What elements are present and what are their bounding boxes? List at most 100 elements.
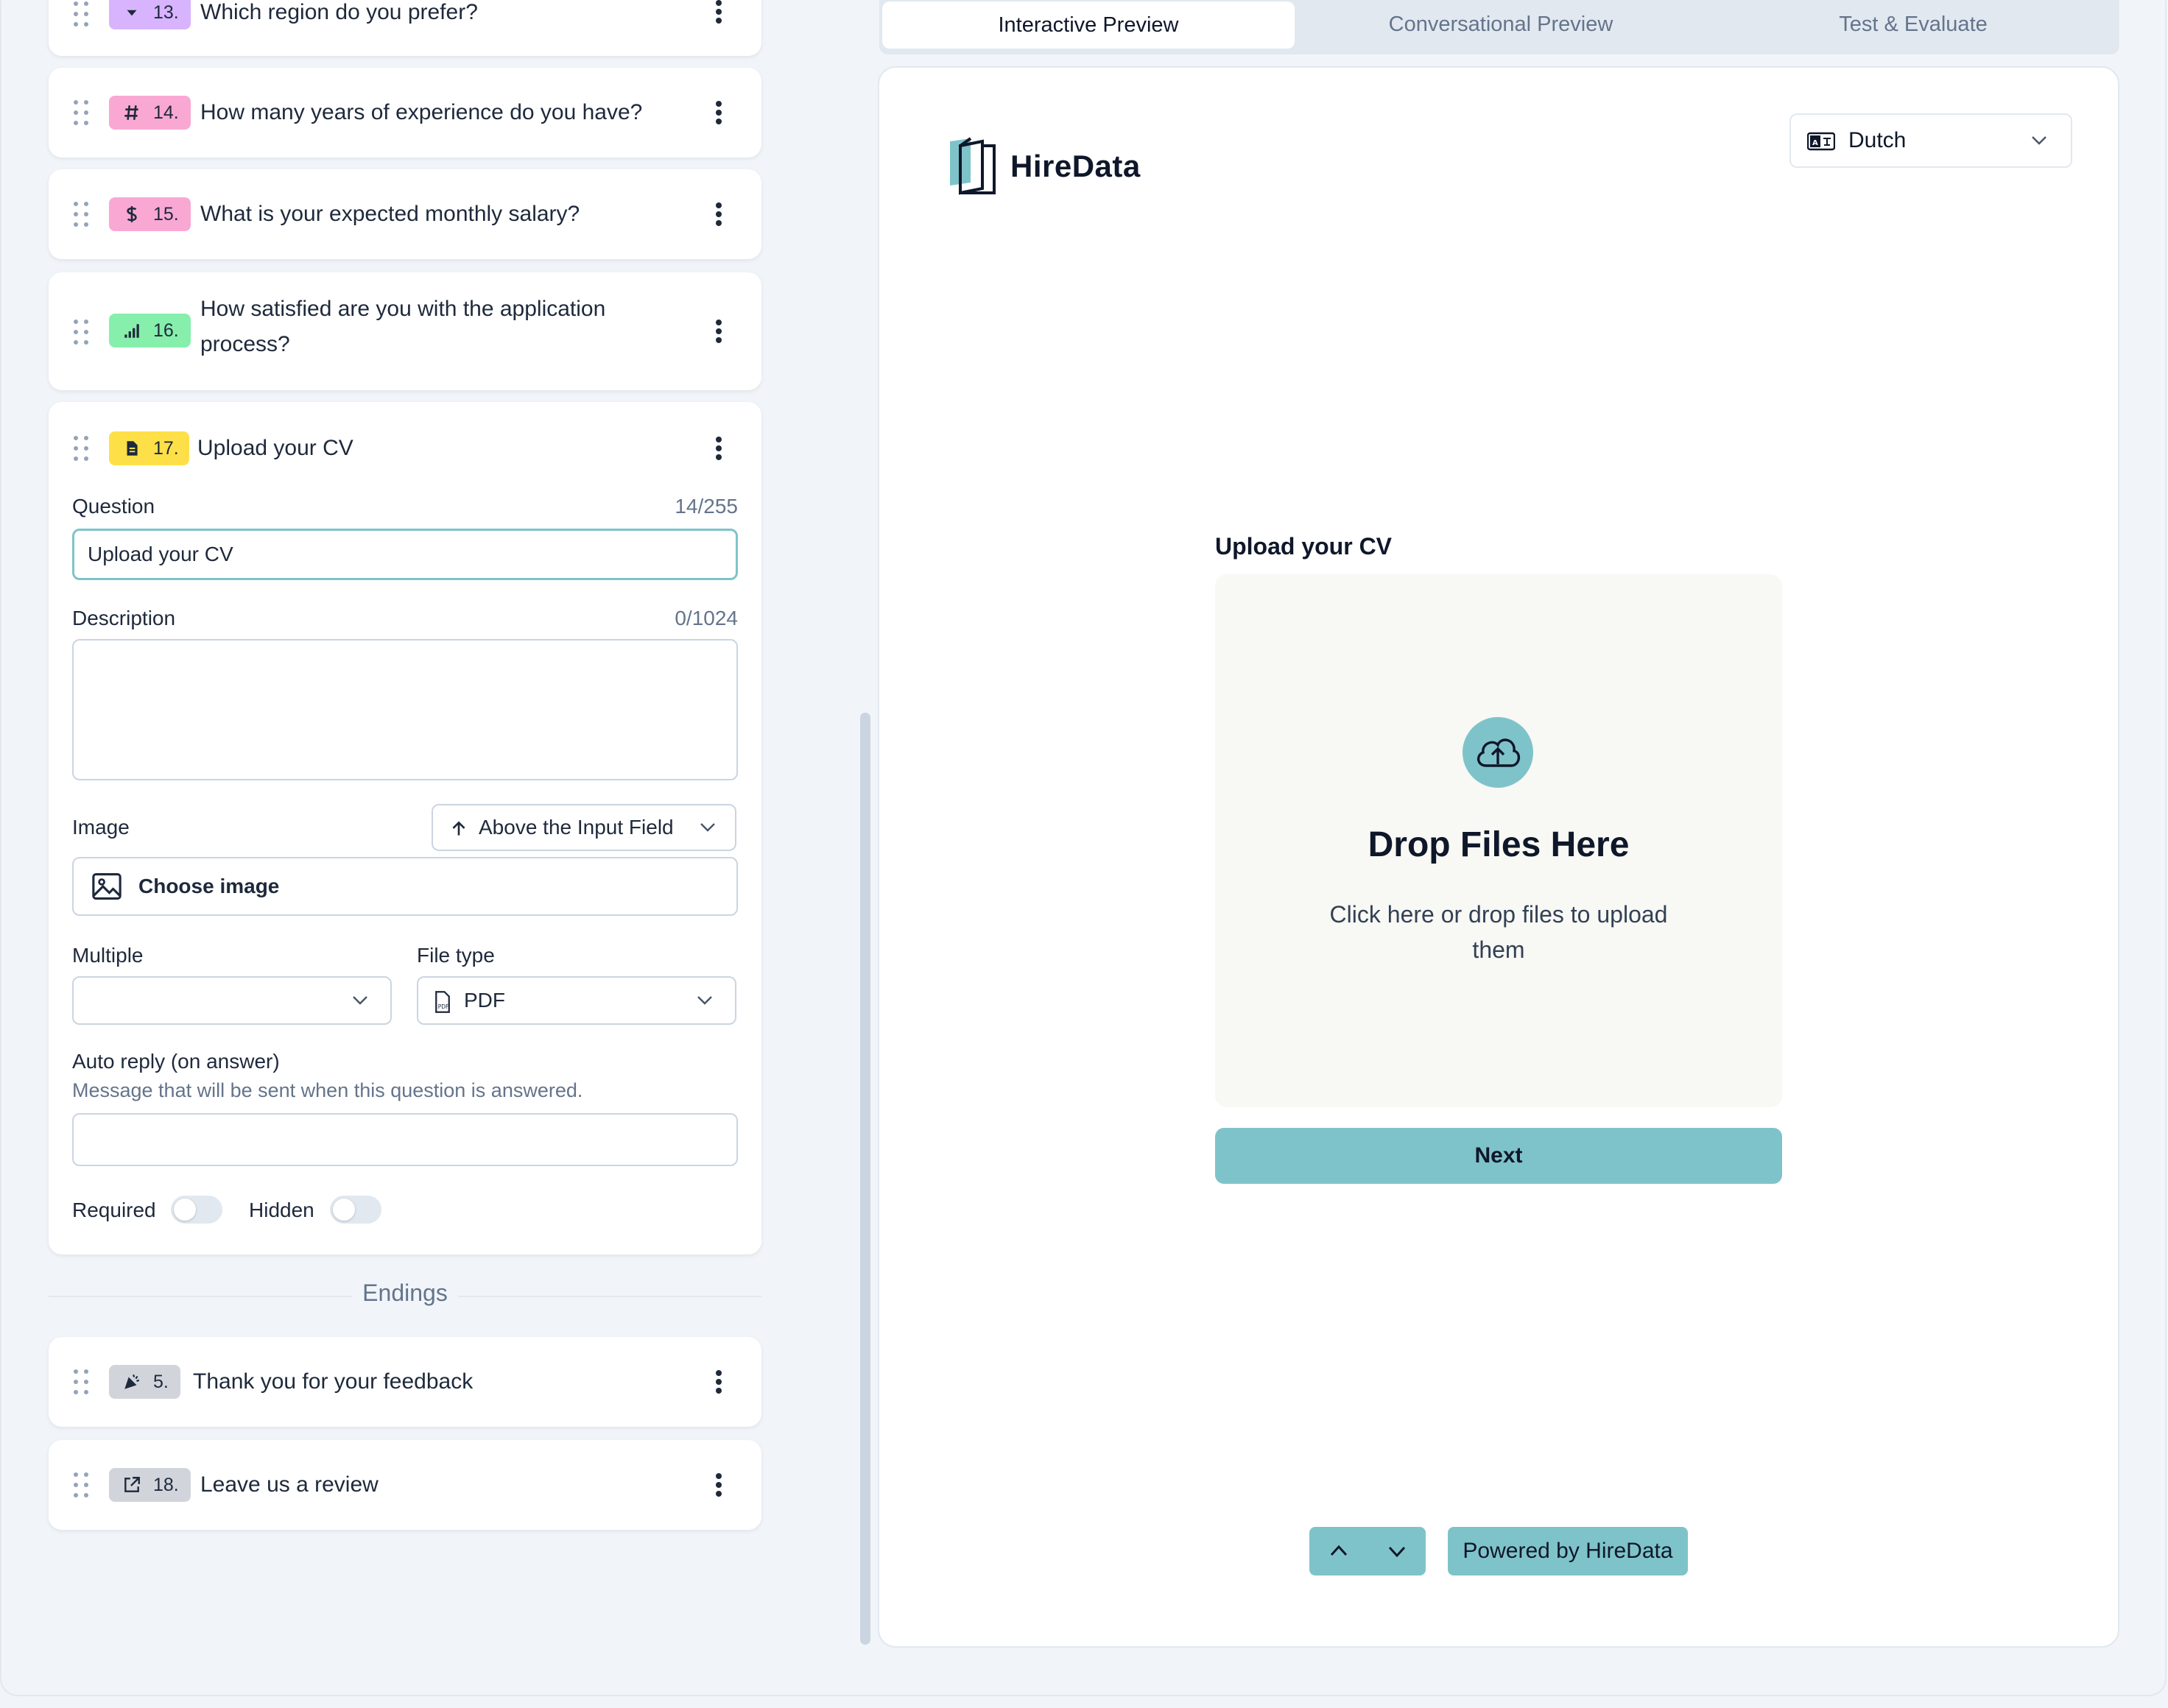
description-textarea[interactable]	[72, 639, 738, 780]
next-question-button[interactable]	[1368, 1527, 1426, 1575]
drop-title: Drop Files Here	[1368, 825, 1630, 864]
tab-label: Interactive Preview	[998, 13, 1179, 37]
ending-card[interactable]: 18. Leave us a review	[49, 1440, 761, 1530]
question-nav	[1309, 1527, 1426, 1575]
question-title: What is your expected monthly salary?	[200, 202, 580, 226]
previous-question-button[interactable]	[1309, 1527, 1368, 1575]
auto-reply-input[interactable]	[72, 1113, 738, 1166]
chevron-down-icon	[2032, 136, 2046, 145]
powered-by-label: Powered by HireData	[1463, 1539, 1673, 1563]
file-type-select[interactable]: PDF PDF	[417, 976, 736, 1025]
drag-handle-icon[interactable]	[74, 320, 90, 345]
language-select[interactable]: A Dutch	[1789, 113, 2072, 168]
tab-test-evaluate[interactable]: Test & Evaluate	[1707, 0, 2119, 49]
question-number: 13.	[153, 1, 179, 23]
more-options-icon[interactable]	[716, 202, 722, 226]
next-label: Next	[1474, 1143, 1523, 1168]
description-field-label: Description	[72, 607, 176, 629]
required-toggle[interactable]	[171, 1196, 222, 1224]
tab-label: Conversational Preview	[1388, 12, 1613, 36]
question-type-badge: 15.	[109, 197, 191, 231]
dropdown-icon	[127, 10, 137, 16]
language-icon: A	[1807, 132, 1835, 151]
drag-handle-icon[interactable]	[74, 1472, 90, 1497]
question-char-counter: 14/255	[675, 495, 738, 518]
drag-handle-icon[interactable]	[74, 436, 90, 461]
tab-interactive-preview[interactable]: Interactive Preview	[882, 1, 1295, 49]
more-options-icon[interactable]	[716, 1473, 722, 1497]
powered-by-badge[interactable]: Powered by HireData	[1448, 1527, 1688, 1575]
drag-handle-icon[interactable]	[74, 100, 90, 125]
dollar-icon	[127, 206, 137, 222]
ending-number: 18.	[153, 1474, 179, 1495]
more-options-icon[interactable]	[716, 320, 722, 343]
hidden-label: Hidden	[249, 1199, 314, 1221]
pdf-file-icon: PDF	[435, 991, 450, 1013]
chevron-down-icon	[1388, 1546, 1406, 1558]
chevron-up-icon	[1330, 1545, 1348, 1556]
image-field-label: Image	[72, 816, 130, 839]
file-dropzone[interactable]: Drop Files Here Click here or drop files…	[1215, 574, 1782, 1107]
question-number: 17.	[153, 437, 179, 459]
svg-text:PDF: PDF	[438, 1003, 449, 1010]
ending-card[interactable]: 5. Thank you for your feedback	[49, 1337, 761, 1427]
question-title-continued: process?	[200, 332, 290, 356]
cloud-upload-icon	[1463, 717, 1533, 788]
question-type-badge: 17.	[109, 431, 189, 465]
file-icon	[127, 441, 138, 456]
hash-icon	[124, 105, 138, 120]
brand-name: HireData	[1010, 149, 1141, 183]
question-title: Upload your CV	[197, 436, 353, 460]
chevron-down-icon	[353, 996, 367, 1005]
more-options-icon[interactable]	[716, 101, 722, 124]
celebrate-icon	[124, 1374, 140, 1389]
image-position-value: Above the Input Field	[479, 816, 674, 839]
drag-handle-icon[interactable]	[74, 202, 90, 227]
question-type-badge: 16.	[109, 314, 191, 347]
auto-reply-label: Auto reply (on answer)	[72, 1050, 280, 1073]
brand-logo: HireData	[948, 137, 1141, 196]
image-position-select[interactable]: Above the Input Field	[432, 804, 736, 851]
image-icon	[92, 873, 122, 900]
hidden-toggle[interactable]	[330, 1196, 381, 1224]
question-title: Which region do you prefer?	[200, 0, 478, 24]
tab-label: Test & Evaluate	[1839, 12, 1988, 36]
drop-subtitle: Click here or drop files to upload them	[1329, 901, 1668, 963]
question-card[interactable]: 13. Which region do you prefer?	[49, 0, 761, 56]
choose-image-button[interactable]: Choose image	[72, 857, 738, 916]
tab-conversational-preview[interactable]: Conversational Preview	[1295, 0, 1707, 49]
svg-text:A: A	[1812, 139, 1818, 147]
chevron-down-icon	[700, 823, 715, 832]
file-type-field-label: File type	[417, 944, 495, 967]
required-label: Required	[72, 1199, 156, 1221]
drag-handle-icon[interactable]	[74, 1369, 90, 1394]
more-options-icon[interactable]	[716, 437, 722, 460]
next-button[interactable]: Next	[1215, 1128, 1782, 1184]
arrow-up-icon	[452, 821, 465, 836]
question-type-badge: 13.	[109, 0, 191, 29]
question-card[interactable]: 15. What is your expected monthly salary…	[49, 169, 761, 259]
more-options-icon[interactable]	[716, 0, 722, 24]
more-options-icon[interactable]	[716, 1370, 722, 1394]
question-editor-card: 17. Upload your CV Question 14/255 Uploa…	[49, 402, 761, 1254]
choose-image-label: Choose image	[138, 875, 280, 897]
question-card[interactable]: 16. How satisfied are you with the appli…	[49, 272, 761, 390]
ending-type-badge: 5.	[109, 1365, 180, 1399]
question-number: 16.	[153, 320, 179, 341]
interactive-preview: HireData A Dutch Upload your CV Drop Fil…	[878, 66, 2119, 1648]
drag-handle-icon[interactable]	[74, 1, 90, 27]
question-number: 15.	[153, 203, 179, 225]
preview-tabs: Interactive Preview Conversational Previ…	[879, 0, 2119, 54]
question-title: How satisfied are you with the applicati…	[200, 297, 606, 321]
list-scrollbar[interactable]	[860, 713, 870, 1645]
description-char-counter: 0/1024	[675, 607, 738, 629]
auto-reply-hint: Message that will be sent when this ques…	[72, 1079, 583, 1101]
ending-number: 5.	[153, 1371, 169, 1392]
multiple-select[interactable]	[72, 976, 392, 1025]
question-number: 14.	[153, 102, 179, 123]
question-card[interactable]: 14. How many years of experience do you …	[49, 68, 761, 158]
endings-header: Endings	[49, 1280, 761, 1307]
question-input[interactable]: Upload your CV	[72, 529, 738, 580]
language-value: Dutch	[1848, 128, 1907, 152]
endings-label: Endings	[352, 1280, 458, 1306]
